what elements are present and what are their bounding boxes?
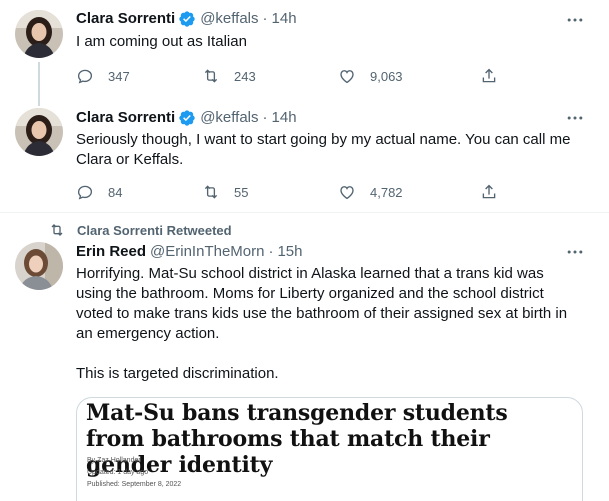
like-count: 4,782 — [370, 184, 403, 200]
verified-badge-icon — [178, 109, 196, 127]
tweet-actions: 84 55 4,782 — [76, 182, 506, 202]
more-horizontal-icon[interactable] — [565, 108, 585, 128]
retweet-count: 55 — [234, 184, 249, 200]
card-published: Published: September 8, 2022 — [87, 481, 182, 488]
avatar[interactable] — [15, 108, 63, 156]
tweet-text: Seriously though, I want to start going … — [76, 131, 575, 168]
tweet-header: Erin Reed @ErinInTheMorn · 15h — [76, 242, 303, 262]
author-name[interactable]: Erin Reed — [76, 242, 146, 262]
avatar[interactable] — [15, 242, 63, 290]
tweet-header: Clara Sorrenti @keffals · 14h — [76, 108, 297, 128]
like-button[interactable]: 9,063 — [338, 66, 403, 86]
retweet-icon — [204, 185, 218, 199]
heart-icon — [340, 70, 354, 84]
author-name[interactable]: Clara Sorrenti — [76, 108, 175, 128]
card-updated: Updated: 1 day ago — [87, 469, 149, 476]
tweet-actions: 347 243 9,063 — [76, 66, 506, 86]
retweet-icon — [51, 224, 63, 236]
tweet-text: Horrifying. Mat-Su school district in Al… — [76, 265, 568, 382]
reply-icon — [77, 185, 93, 200]
author-handle[interactable]: @keffals — [200, 108, 258, 128]
share-button[interactable] — [480, 182, 498, 202]
timestamp[interactable]: 15h — [277, 242, 302, 262]
tweet-divider — [0, 212, 609, 213]
link-card[interactable]: Mat-Su bans transgender students from ba… — [76, 397, 583, 501]
verified-badge-icon — [178, 10, 196, 28]
timestamp[interactable]: 14h — [272, 9, 297, 29]
author-name[interactable]: Clara Sorrenti — [76, 9, 175, 29]
retweet-icon — [204, 69, 218, 83]
card-byline: By Zaz Hollander — [87, 457, 141, 464]
reply-count: 347 — [108, 68, 130, 84]
heart-icon — [340, 186, 354, 200]
more-horizontal-icon[interactable] — [565, 10, 585, 30]
tweet-1[interactable]: Clara Sorrenti @keffals · 14h I am comin… — [0, 0, 609, 106]
share-icon — [482, 184, 496, 199]
retweet-button[interactable]: 55 — [202, 182, 248, 202]
separator-dot: · — [262, 109, 268, 126]
author-handle[interactable]: @ErinInTheMorn — [150, 242, 264, 262]
retweet-button[interactable]: 243 — [202, 66, 256, 86]
tweet-2[interactable]: Clara Sorrenti @keffals · 14h Seriously … — [0, 104, 609, 212]
separator-dot: · — [268, 243, 274, 260]
like-button[interactable]: 4,782 — [338, 182, 403, 202]
share-button[interactable] — [480, 66, 498, 86]
retweeted-label[interactable]: Clara Sorrenti Retweeted — [49, 222, 232, 238]
reply-button[interactable]: 347 — [76, 66, 130, 86]
reply-count: 84 — [108, 184, 123, 200]
like-count: 9,063 — [370, 68, 403, 84]
author-handle[interactable]: @keffals — [200, 9, 258, 29]
card-headline: Mat-Su bans transgender students from ba… — [86, 400, 508, 478]
thread-line — [38, 62, 40, 106]
more-horizontal-icon[interactable] — [565, 242, 585, 262]
avatar[interactable] — [15, 10, 63, 58]
retweet-count: 243 — [234, 68, 256, 84]
separator-dot: · — [262, 10, 268, 27]
share-icon — [482, 68, 496, 83]
retweeted-by-text: Clara Sorrenti Retweeted — [77, 222, 232, 238]
timestamp[interactable]: 14h — [272, 108, 297, 128]
tweet-text: I am coming out as Italian — [76, 33, 247, 50]
reply-button[interactable]: 84 — [76, 182, 122, 202]
tweet-header: Clara Sorrenti @keffals · 14h — [76, 9, 297, 29]
reply-icon — [77, 69, 93, 84]
